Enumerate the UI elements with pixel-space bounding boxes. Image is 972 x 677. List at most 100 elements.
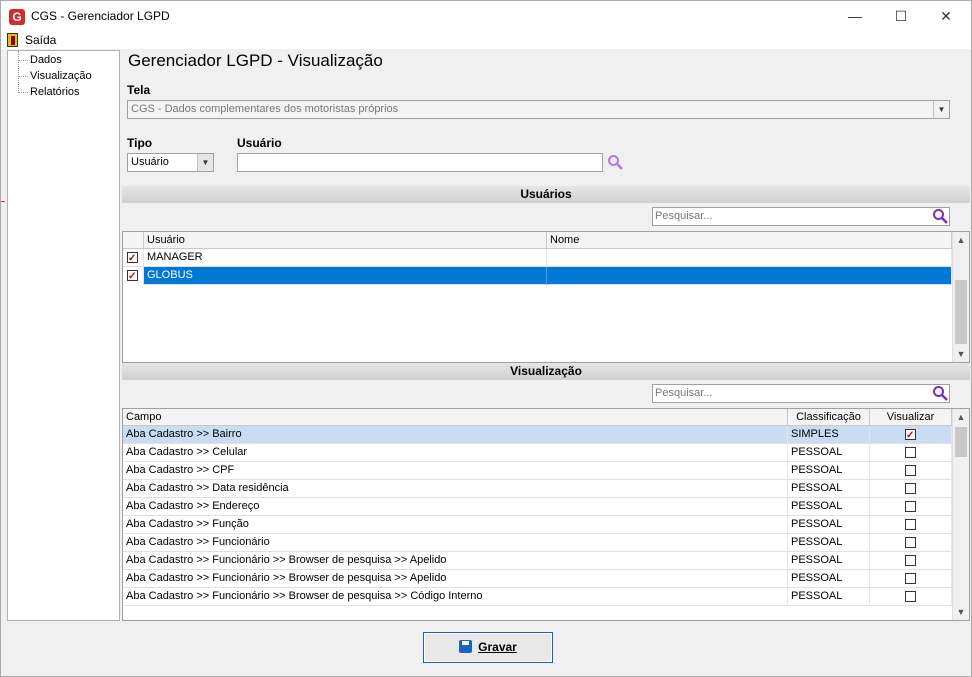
- fields-search-input[interactable]: Pesquisar...: [652, 384, 950, 403]
- checkbox-column-header: [123, 232, 144, 249]
- row-checkbox[interactable]: [127, 250, 138, 267]
- tela-label: Tela: [127, 83, 151, 97]
- field-name-cell: Aba Cadastro >> Endereço: [123, 498, 788, 516]
- tree-connector: [18, 76, 28, 77]
- tela-select-value: CGS - Dados complementares dos motorista…: [131, 103, 399, 115]
- scroll-down-icon[interactable]: ▼: [953, 604, 969, 620]
- visualize-checkbox[interactable]: [905, 427, 916, 444]
- visualize-checkbox[interactable]: [905, 555, 916, 566]
- field-visualize-cell: [870, 480, 952, 498]
- maximize-button[interactable]: ☐: [878, 1, 924, 32]
- view-section-header: Visualização: [122, 363, 970, 380]
- users-search-input[interactable]: Pesquisar...: [652, 207, 950, 226]
- table-row[interactable]: Aba Cadastro >> Data residência PESSOAL: [123, 480, 952, 498]
- field-visualize-cell: [870, 534, 952, 552]
- user-name-cell: MANAGER: [144, 249, 547, 267]
- field-visualize-cell: [870, 462, 952, 480]
- field-classification-cell: PESSOAL: [788, 552, 870, 570]
- save-button[interactable]: Gravar: [423, 632, 553, 663]
- minimize-button[interactable]: —: [832, 1, 878, 32]
- table-row-selected[interactable]: GLOBUS: [123, 267, 952, 285]
- field-name-cell: Aba Cadastro >> Funcionário: [123, 534, 788, 552]
- chevron-down-icon: ▼: [197, 154, 213, 171]
- fields-column-campo[interactable]: Campo: [123, 409, 788, 426]
- scroll-up-icon[interactable]: ▲: [953, 409, 969, 425]
- tela-select[interactable]: CGS - Dados complementares dos motorista…: [127, 100, 950, 119]
- chevron-down-icon: ▼: [933, 101, 949, 118]
- exit-menu-label: Saída: [25, 33, 57, 47]
- field-classification-cell: SIMPLES: [788, 426, 870, 444]
- users-column-usuario[interactable]: Usuário: [144, 232, 547, 249]
- tree-connector: [18, 60, 28, 61]
- tree-item-relatorios[interactable]: Relatórios: [30, 86, 80, 98]
- field-visualize-cell: [870, 588, 952, 606]
- users-column-nome[interactable]: Nome: [547, 232, 952, 249]
- table-row[interactable]: Aba Cadastro >> CPF PESSOAL: [123, 462, 952, 480]
- usuario-input[interactable]: [237, 153, 603, 172]
- tipo-label: Tipo: [127, 136, 153, 150]
- visualize-checkbox[interactable]: [905, 519, 916, 530]
- menu-bar: Saída: [1, 32, 971, 49]
- table-row[interactable]: Aba Cadastro >> Função PESSOAL: [123, 516, 952, 534]
- visualize-checkbox[interactable]: [905, 537, 916, 548]
- users-table: Usuário Nome MANAGER GLOBUS ▲ ▼: [122, 231, 970, 363]
- title-bar: G CGS - Gerenciador LGPD — ☐ ✕: [1, 1, 971, 32]
- field-name-cell: Aba Cadastro >> Data residência: [123, 480, 788, 498]
- visualize-checkbox[interactable]: [905, 573, 916, 584]
- fields-column-visualizar[interactable]: Visualizar: [870, 409, 952, 426]
- field-name-cell: Aba Cadastro >> Funcionário >> Browser d…: [123, 588, 788, 606]
- fields-table: Campo Classificação Visualizar Aba Cadas…: [122, 408, 970, 621]
- table-row[interactable]: Aba Cadastro >> Endereço PESSOAL: [123, 498, 952, 516]
- field-name-cell: Aba Cadastro >> Bairro: [123, 426, 788, 444]
- field-visualize-cell: [870, 498, 952, 516]
- fields-column-classificacao[interactable]: Classificação: [788, 409, 870, 426]
- visualize-checkbox[interactable]: [905, 483, 916, 494]
- table-row[interactable]: Aba Cadastro >> Funcionário PESSOAL: [123, 534, 952, 552]
- tipo-select-value: Usuário: [131, 156, 169, 168]
- table-row[interactable]: Aba Cadastro >> Celular PESSOAL: [123, 444, 952, 462]
- table-row[interactable]: Aba Cadastro >> Funcionário >> Browser d…: [123, 552, 952, 570]
- window-title: CGS - Gerenciador LGPD: [31, 9, 170, 23]
- users-table-header: Usuário Nome: [123, 232, 952, 249]
- page-title: Gerenciador LGPD - Visualização: [128, 51, 383, 70]
- field-name-cell: Aba Cadastro >> CPF: [123, 462, 788, 480]
- field-classification-cell: PESSOAL: [788, 462, 870, 480]
- table-row[interactable]: Aba Cadastro >> Bairro SIMPLES: [123, 426, 952, 444]
- field-name-cell: Aba Cadastro >> Função: [123, 516, 788, 534]
- scroll-down-icon[interactable]: ▼: [953, 346, 969, 362]
- visualize-checkbox[interactable]: [905, 447, 916, 458]
- users-scrollbar[interactable]: ▲ ▼: [952, 232, 969, 362]
- search-icon[interactable]: [607, 154, 623, 170]
- fields-scrollbar[interactable]: ▲ ▼: [952, 409, 969, 620]
- search-icon[interactable]: [932, 385, 948, 401]
- floppy-disk-icon: [459, 640, 473, 653]
- tree-item-visualizacao[interactable]: Visualização: [30, 70, 92, 82]
- visualize-checkbox[interactable]: [905, 501, 916, 512]
- tree-connector: [18, 51, 19, 93]
- close-button[interactable]: ✕: [923, 1, 969, 32]
- visualize-checkbox[interactable]: [905, 591, 916, 602]
- tipo-select[interactable]: Usuário ▼: [127, 153, 214, 172]
- scroll-thumb[interactable]: [955, 280, 967, 344]
- field-classification-cell: PESSOAL: [788, 588, 870, 606]
- field-classification-cell: PESSOAL: [788, 534, 870, 552]
- table-row[interactable]: Aba Cadastro >> Funcionário >> Browser d…: [123, 570, 952, 588]
- field-classification-cell: PESSOAL: [788, 498, 870, 516]
- scroll-up-icon[interactable]: ▲: [953, 232, 969, 248]
- row-checkbox[interactable]: [127, 268, 138, 285]
- usuario-label: Usuário: [237, 136, 282, 150]
- field-name-cell: Aba Cadastro >> Celular: [123, 444, 788, 462]
- exit-door-icon: [7, 33, 18, 47]
- user-fullname-cell: [547, 267, 952, 285]
- visualize-checkbox[interactable]: [905, 465, 916, 476]
- row-checkbox-cell: [123, 249, 144, 267]
- tree-item-dados[interactable]: Dados: [30, 54, 62, 66]
- field-classification-cell: PESSOAL: [788, 480, 870, 498]
- table-row[interactable]: MANAGER: [123, 249, 952, 267]
- field-name-cell: Aba Cadastro >> Funcionário >> Browser d…: [123, 570, 788, 588]
- save-button-label: Gravar: [478, 640, 517, 654]
- scroll-thumb[interactable]: [955, 427, 967, 457]
- table-row[interactable]: Aba Cadastro >> Funcionário >> Browser d…: [123, 588, 952, 606]
- search-icon[interactable]: [932, 208, 948, 224]
- app-logo-icon: G: [9, 9, 25, 25]
